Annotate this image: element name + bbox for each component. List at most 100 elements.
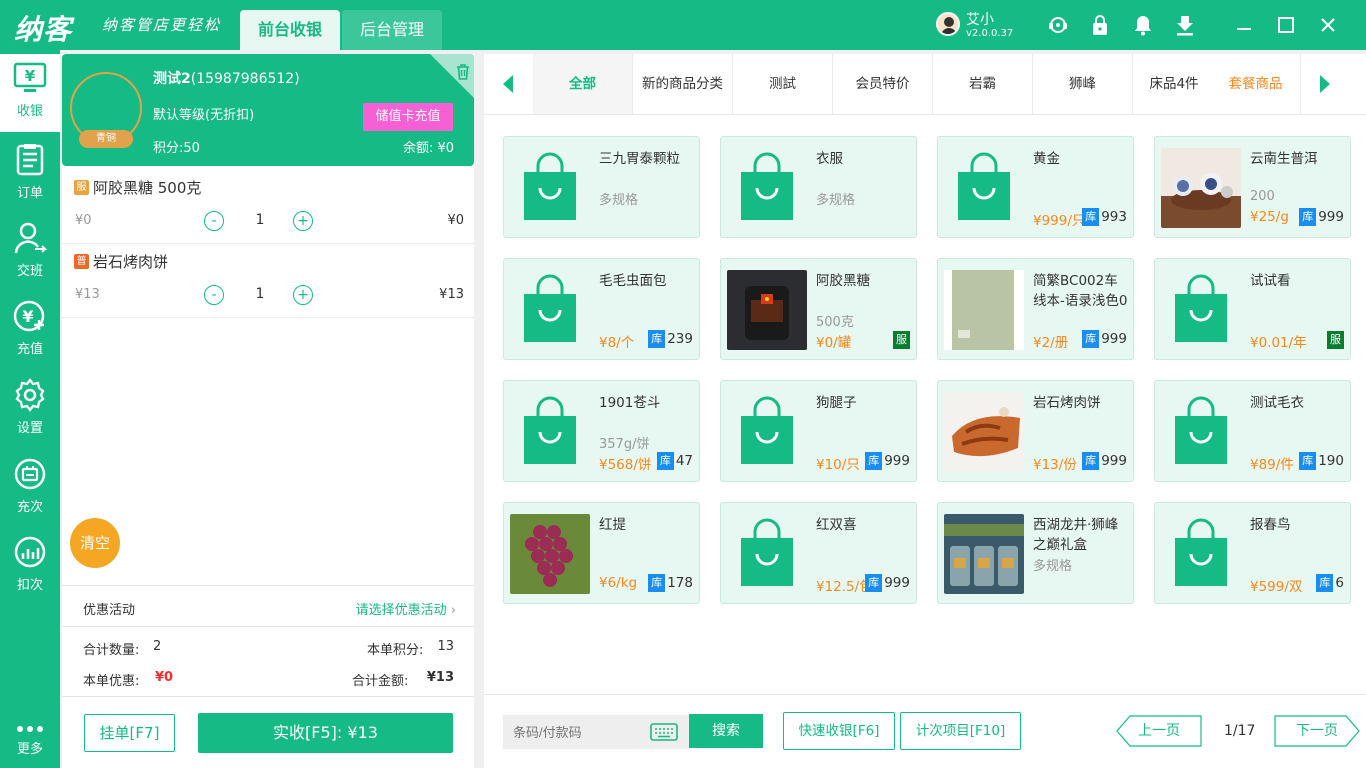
bell-icon[interactable] [1132,14,1154,36]
category-tab[interactable]: 狮峰 [1033,54,1133,114]
total-qty-label: 合计数量: [83,643,140,658]
product-spec: 200 [1250,189,1275,204]
shopping-bag-icon [510,270,590,350]
svg-text:¥: ¥ [25,67,36,85]
cashier-icon: ¥ [13,62,47,92]
minimize-icon[interactable] [1233,14,1255,36]
increase-qty-button[interactable]: + [293,285,313,305]
category-tab[interactable]: 全部 [533,54,633,114]
tab-back-admin[interactable]: 后台管理 [342,10,442,50]
order-points-label: 本单积分: [367,643,424,658]
times-recharge-icon [14,458,46,490]
keyboard-icon[interactable] [650,723,678,745]
sidebar-item-orders[interactable]: 订单 [0,134,60,212]
cart-item[interactable]: 服 阿胶黑糖 500克 ¥0 - 1 + ¥0 [62,170,474,244]
close-icon[interactable] [1317,14,1339,36]
tab-front-cashier[interactable]: 前台收银 [240,10,340,50]
product-card[interactable]: 毛毛虫面包 ¥8/个库 239 [503,258,700,360]
page-indicator: 1/17 [1224,723,1256,739]
category-tab[interactable]: 套餐商品 [1211,54,1301,114]
product-price: ¥10/只 [816,457,860,473]
product-price: ¥599/双 [1250,579,1303,595]
cart-item[interactable]: 普 岩石烤肉饼 ¥13 - 1 + ¥13 [62,244,474,318]
cart-item-qty[interactable]: 1 [252,286,268,302]
decrease-qty-button[interactable]: - [204,211,224,231]
recharge-icon: ¥ [13,300,45,332]
sidebar-label-settings: 设置 [16,421,43,436]
member-phone: (15987986512) [190,71,300,87]
cart-item-qty[interactable]: 1 [252,212,268,228]
product-card[interactable]: 红提 ¥6/kg 库 178 [503,502,700,604]
clear-cart-button[interactable]: 清空 [70,518,120,568]
search-button[interactable]: 搜索 [689,714,763,748]
promotion-row[interactable]: 优惠活动 请选择优惠活动 › [62,585,474,627]
product-card[interactable]: 狗腿子 ¥10/只库 999 [720,380,917,482]
sidebar-item-more[interactable]: 更多 [0,714,60,768]
product-card[interactable]: 试试看 ¥0.01/年 服 [1154,258,1351,360]
stock-count: 999 [1101,453,1127,469]
stock-count: 993 [1101,209,1127,225]
prev-page-label: 上一页 [1138,723,1180,739]
decrease-qty-button[interactable]: - [204,285,224,305]
category-tab[interactable]: 岩霸 [933,54,1033,114]
sidebar-item-times-recharge[interactable]: 充次 [0,448,60,526]
product-stock: 库6 [1316,574,1344,592]
member-name: 测试2(15987986512) [153,68,300,88]
trash-icon[interactable] [456,64,470,84]
maximize-icon[interactable] [1275,14,1297,36]
product-card[interactable]: 云南生普洱 200 ¥25/g 库 999 [1154,136,1351,238]
sidebar-item-settings[interactable]: 设置 [0,369,60,447]
product-card[interactable]: 简繁BC002车线本-语录浅色0 ¥2/册库 999 [937,258,1134,360]
category-tab[interactable]: 新的商品分类 [633,54,733,114]
product-card[interactable]: 阿胶黑糖 500克 ¥0/罐 服 [720,258,917,360]
lock-icon[interactable] [1089,14,1111,36]
quick-checkout-button[interactable]: 快速收银[F6] [783,712,895,750]
prev-page-button[interactable]: 上一页 [1116,715,1202,747]
sidebar-item-handover[interactable]: 交班 [0,212,60,290]
member-name-text: 测试2 [153,71,191,87]
product-image [944,270,1024,350]
service-badge: 服 [1327,331,1344,349]
product-spec: 357g/饼 [599,437,650,452]
download-icon[interactable] [1174,14,1196,36]
category-tab[interactable]: 测試 [733,54,833,114]
product-card[interactable]: 西湖龙井·狮峰之巅礼盒 多规格 [937,502,1134,604]
card-recharge-button[interactable]: 储值卡充值 [363,103,453,131]
sidebar-label-orders: 订单 [16,186,43,201]
product-stock: 库 999 [1299,208,1344,226]
sidebar-item-cashier[interactable]: ¥ 收银 [0,54,60,132]
category-next-icon[interactable] [1301,54,1349,114]
sidebar-label-cashier: 收银 [16,104,43,119]
category-prev-icon[interactable] [484,54,532,114]
product-card[interactable]: 测试毛衣 ¥89/件库 190 [1154,380,1351,482]
support-icon[interactable] [1047,14,1069,36]
product-stock: 库 999 [865,574,910,592]
product-card[interactable]: 岩石烤肉饼 ¥13/份库 999 [937,380,1134,482]
stock-badge: 库 [1299,452,1317,470]
product-card[interactable]: 衣服 多规格 [720,136,917,238]
product-card[interactable]: 三九胃泰颗粒 多规格 [503,136,700,238]
product-image [944,514,1024,594]
category-tab[interactable]: 会员特价 [833,54,933,114]
product-name: 1901苍斗 [599,395,661,411]
promotion-select[interactable]: 请选择优惠活动 › [356,599,456,618]
product-card[interactable]: 黄金 ¥999/只库 993 [937,136,1134,238]
sidebar-item-recharge[interactable]: ¥ 充值 [0,290,60,368]
hang-order-button[interactable]: 挂单[F7] [84,714,175,752]
product-name: 红提 [599,517,626,533]
member-card[interactable]: 青铜 测试2(15987986512) 默认等级(无折扣) 积分:50 储值卡充… [62,54,474,166]
product-card[interactable]: 1901苍斗 357g/饼 ¥568/饼库 47 [503,380,700,482]
product-card[interactable]: 报春鸟 ¥599/双库 6 [1154,502,1351,604]
increase-qty-button[interactable]: + [293,211,313,231]
sidebar-item-deduct-times[interactable]: 扣次 [0,526,60,604]
category-tab[interactable]: 床品4件 [1133,54,1215,114]
times-items-button[interactable]: 计次项目[F10] [900,712,1021,750]
next-page-button[interactable]: 下一页 [1274,715,1360,747]
cart-panel: 青铜 测试2(15987986512) 默认等级(无折扣) 积分:50 储值卡充… [62,54,474,768]
pay-button[interactable]: 实收[F5]: ¥13 [198,713,453,753]
shopping-bag-icon [727,514,807,594]
product-image [1161,148,1241,228]
product-card[interactable]: 红双喜 ¥12.5/包库 999 [720,502,917,604]
stock-count: 47 [675,453,693,469]
total-qty-value: 2 [153,639,162,654]
